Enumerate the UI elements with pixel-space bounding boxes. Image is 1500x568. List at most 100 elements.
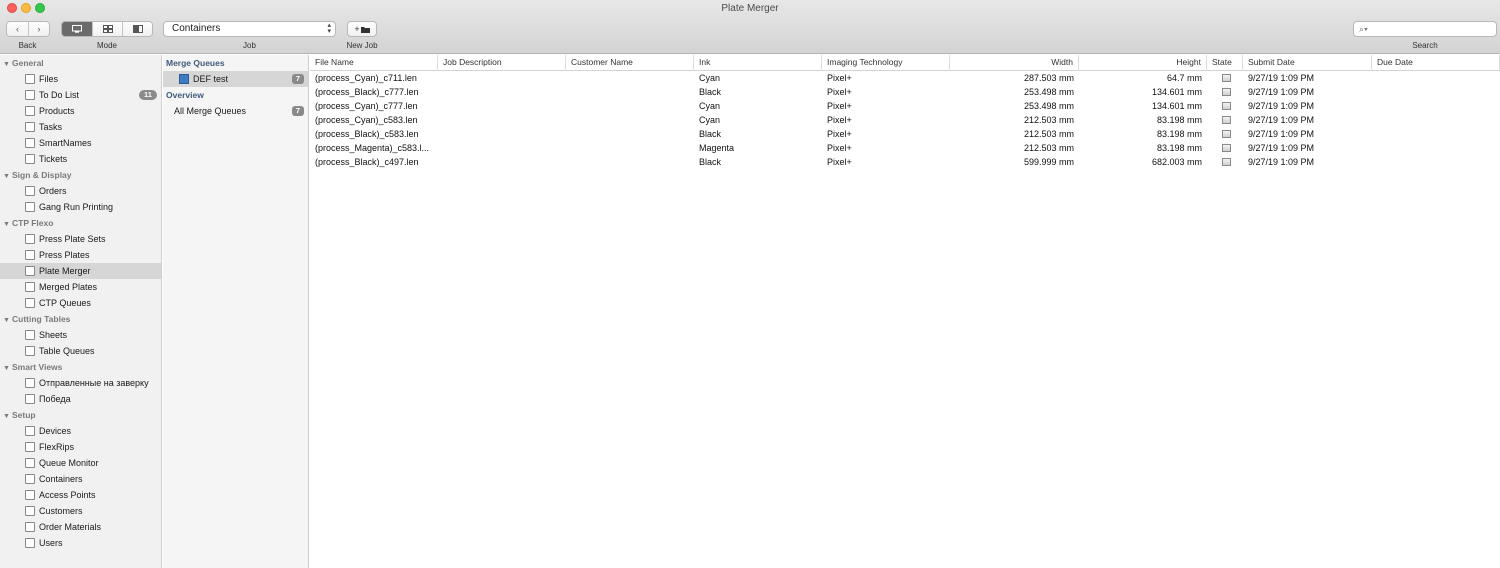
sidebar-item[interactable]: Press Plate Sets [0, 231, 161, 247]
table-cell [438, 155, 566, 169]
back-button[interactable]: ‹ [7, 22, 28, 36]
sidebar-item[interactable]: Gang Run Printing [0, 199, 161, 215]
sidebar-item[interactable]: Customers [0, 503, 161, 519]
search-field[interactable]: ⌕▾ [1353, 21, 1497, 37]
sidebar-item[interactable]: Users [0, 535, 161, 551]
sidebar-item[interactable]: Order Materials [0, 519, 161, 535]
sidebar-item[interactable]: Files [0, 71, 161, 87]
table-cell: 83.198 mm [1156, 115, 1202, 125]
sidebar-item[interactable]: Containers [0, 471, 161, 487]
table-cell: Pixel+ [827, 129, 852, 139]
column-header[interactable]: File Name [310, 55, 438, 71]
table-cell [1372, 99, 1500, 113]
mode-panel-button[interactable] [122, 22, 152, 36]
queue-count-badge: 7 [292, 74, 304, 84]
table-row[interactable]: (process_Black)_c583.len Black Pixel+ 212.5… [310, 127, 1500, 141]
column-header[interactable]: State [1207, 55, 1243, 71]
table-cell: 83.198 mm [1156, 143, 1202, 153]
column-header[interactable]: Width [950, 55, 1079, 71]
forward-button[interactable]: › [28, 22, 49, 36]
table-row[interactable]: (process_Black)_c497.len Black Pixel+ 599.9… [310, 155, 1500, 169]
sidebar-item[interactable]: Sheets [0, 327, 161, 343]
sidebar-item[interactable]: Tasks [0, 119, 161, 135]
sidebar-group-label: Smart Views [12, 362, 63, 372]
sidebar-group-header[interactable]: ▼ Smart Views [0, 359, 161, 375]
column-header[interactable]: Job Description [438, 55, 566, 71]
mode-list-button[interactable] [62, 22, 92, 36]
table-cell: 682.003 mm [1151, 157, 1202, 167]
sidebar-group-header[interactable]: ▼ Setup [0, 407, 161, 423]
table-row[interactable]: (process_Cyan)_c583.len Cyan Pixel+ 212.503… [310, 113, 1500, 127]
sidebar-item[interactable]: Access Points [0, 487, 161, 503]
sidebar-item[interactable]: Press Plates [0, 247, 161, 263]
sidebar-group-header[interactable]: ▼ Sign & Display [0, 167, 161, 183]
files-icon [25, 74, 35, 84]
table-queues-icon [25, 346, 35, 356]
mode-grid-button[interactable] [92, 22, 122, 36]
up-down-arrows-icon: ▴ ▾ [327, 22, 331, 35]
smart-view-icon [25, 378, 35, 388]
sidebar-group-header[interactable]: ▼ General [0, 55, 161, 71]
containers-icon [25, 474, 35, 484]
chevron-right-icon: › [37, 24, 41, 34]
job-select[interactable]: Containers ▴ ▾ [163, 21, 336, 37]
column-header[interactable]: Submit Date [1243, 55, 1372, 71]
table-cell: 253.498 mm [1023, 87, 1074, 97]
new-job-button[interactable]: + [347, 21, 377, 37]
sidebar-item[interactable]: Devices [0, 423, 161, 439]
table-cell: (process_Black)_c583.len [315, 129, 419, 139]
sidebar-item[interactable]: Orders [0, 183, 161, 199]
sidebar-group-label: CTP Flexo [12, 218, 54, 228]
todo-icon [25, 90, 35, 100]
plus-icon: + [354, 24, 360, 34]
column-header[interactable]: Height [1079, 55, 1207, 71]
sidebar-item[interactable]: Tickets [0, 151, 161, 167]
sidebar-group-header[interactable]: ▼ CTP Flexo [0, 215, 161, 231]
sidebar-item-label: Победа [39, 394, 71, 404]
table-cell [1372, 127, 1500, 141]
column-header[interactable]: Due Date [1372, 55, 1500, 71]
sidebar-item[interactable]: CTP Queues [0, 295, 161, 311]
sidebar-item[interactable]: Plate Merger [0, 263, 161, 279]
queue-item-all-merge-queues[interactable]: All Merge Queues 7 [163, 103, 308, 119]
access-points-icon [25, 490, 35, 500]
sheets-icon [25, 330, 35, 340]
order-materials-icon [25, 522, 35, 532]
sidebar-item[interactable]: FlexRips [0, 439, 161, 455]
grid-icon [102, 25, 113, 33]
table-row[interactable]: (process_Black)_c777.len Black Pixel+ 253.4… [310, 85, 1500, 99]
ctp-queues-icon [25, 298, 35, 308]
merged-plates-icon [25, 282, 35, 292]
table-row[interactable]: (process_Magenta)_c583.l... Magenta Pixel+… [310, 141, 1500, 155]
column-header[interactable]: Customer Name [566, 55, 694, 71]
table-cell: Pixel+ [827, 115, 852, 125]
search-input[interactable] [1374, 23, 1492, 35]
queue-item-def-test[interactable]: DEF test 7 [163, 71, 308, 87]
sidebar-item[interactable]: Merged Plates [0, 279, 161, 295]
table-row[interactable]: (process_Cyan)_c777.len Cyan Pixel+ 253.498… [310, 99, 1500, 113]
table-cell: Cyan [699, 73, 721, 83]
sidebar-item[interactable]: Queue Monitor [0, 455, 161, 471]
sidebar-item[interactable]: Products [0, 103, 161, 119]
column-header[interactable]: Ink [694, 55, 822, 71]
table-cell [566, 141, 694, 155]
sidebar-item[interactable]: Отправленные на заверку [0, 375, 161, 391]
devices-icon [25, 426, 35, 436]
sidebar-item[interactable]: SmartNames [0, 135, 161, 151]
sidebar-item[interactable]: To Do List 11 [0, 87, 161, 103]
table-row[interactable]: (process_Cyan)_c711.len Cyan Pixel+ 287.503… [310, 71, 1500, 85]
sidebar-item-label: FlexRips [39, 442, 75, 452]
table-cell: Cyan [699, 115, 721, 125]
plate-merger-icon [179, 74, 189, 84]
sidebar-item[interactable]: Победа [0, 391, 161, 407]
state-icon [1222, 102, 1231, 110]
monitor-icon [72, 25, 82, 33]
column-header[interactable]: Imaging Technology [822, 55, 950, 71]
sidebar-item-label: Press Plates [39, 250, 90, 260]
sidebar-item[interactable]: Table Queues [0, 343, 161, 359]
table-cell: 212.503 mm [1023, 129, 1074, 139]
table-cell: 212.503 mm [1023, 143, 1074, 153]
table-cell: (process_Cyan)_c583.len [315, 115, 418, 125]
table-cell: 287.503 mm [1023, 73, 1074, 83]
sidebar-group-header[interactable]: ▼ Cutting Tables [0, 311, 161, 327]
